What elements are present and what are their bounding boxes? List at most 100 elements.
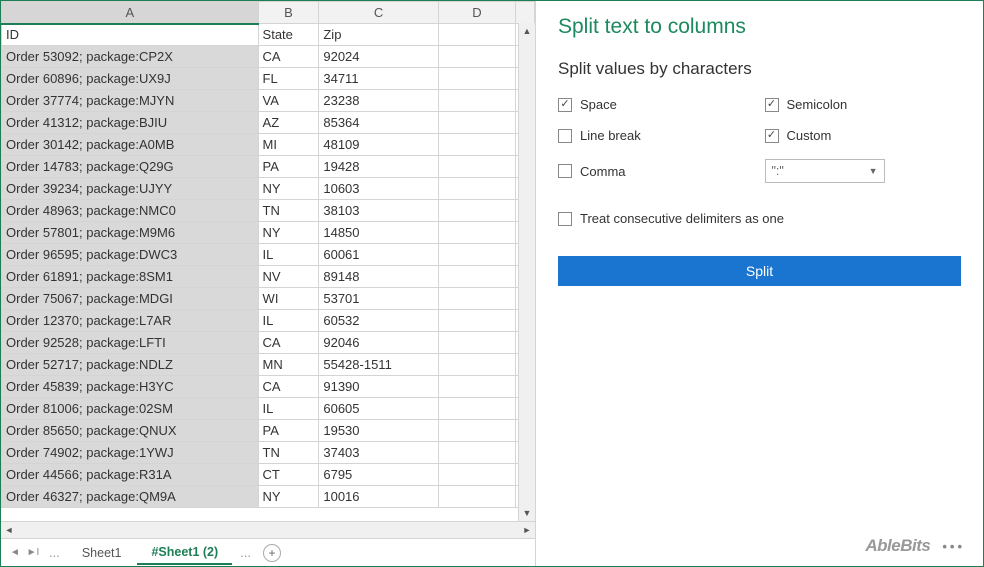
cell[interactable]: Order 60896; package:UX9J xyxy=(2,68,259,90)
checkbox-linebreak[interactable]: Line break xyxy=(558,128,755,143)
cell[interactable] xyxy=(438,288,515,310)
cell[interactable]: Order 12370; package:L7AR xyxy=(2,310,259,332)
cell[interactable] xyxy=(438,178,515,200)
cell[interactable] xyxy=(438,376,515,398)
cell[interactable]: 60061 xyxy=(319,244,438,266)
cell[interactable]: Order 75067; package:MDGI xyxy=(2,288,259,310)
cell[interactable]: Zip xyxy=(319,24,438,46)
cell[interactable] xyxy=(438,90,515,112)
scroll-down-arrow[interactable]: ▼ xyxy=(519,505,535,521)
cell[interactable] xyxy=(438,332,515,354)
cell[interactable]: CA xyxy=(258,376,319,398)
more-menu-icon[interactable]: ••• xyxy=(942,539,965,554)
cell[interactable]: Order 74902; package:1YWJ xyxy=(2,442,259,464)
cell[interactable]: Order 48963; package:NMC0 xyxy=(2,200,259,222)
cell[interactable] xyxy=(438,24,515,46)
vertical-scrollbar[interactable]: ▲ ▼ xyxy=(518,23,535,521)
table-row[interactable]: Order 14783; package:Q29GPA19428 xyxy=(2,156,535,178)
cell[interactable]: Order 30142; package:A0MB xyxy=(2,134,259,156)
table-row[interactable]: Order 60896; package:UX9JFL34711 xyxy=(2,68,535,90)
cell[interactable]: 60605 xyxy=(319,398,438,420)
cell[interactable]: FL xyxy=(258,68,319,90)
cell[interactable]: IL xyxy=(258,310,319,332)
cell[interactable]: Order 57801; package:M9M6 xyxy=(2,222,259,244)
scroll-up-arrow[interactable]: ▲ xyxy=(519,23,535,39)
cell[interactable]: State xyxy=(258,24,319,46)
custom-delimiter-dropdown[interactable]: ":" ▼ xyxy=(765,159,885,183)
split-button[interactable]: Split xyxy=(558,256,961,286)
tab-sheet1[interactable]: Sheet1 xyxy=(68,542,136,564)
cell[interactable] xyxy=(438,200,515,222)
table-row[interactable]: Order 53092; package:CP2XCA92024 xyxy=(2,46,535,68)
table-row[interactable]: Order 61891; package:8SM1NV89148 xyxy=(2,266,535,288)
cell[interactable]: Order 39234; package:UJYY xyxy=(2,178,259,200)
cell[interactable]: NV xyxy=(258,266,319,288)
tabs-overflow-left[interactable]: ... xyxy=(43,545,66,560)
col-header-b[interactable]: B xyxy=(258,2,319,24)
cell[interactable]: 48109 xyxy=(319,134,438,156)
cell[interactable]: ID xyxy=(2,24,259,46)
tab-sheet1-2[interactable]: #Sheet1 (2) xyxy=(137,541,232,565)
cell[interactable]: 53701 xyxy=(319,288,438,310)
cell[interactable]: 92024 xyxy=(319,46,438,68)
table-row[interactable]: Order 41312; package:BJIUAZ85364 xyxy=(2,112,535,134)
cell[interactable]: Order 96595; package:DWC3 xyxy=(2,244,259,266)
cell[interactable]: 14850 xyxy=(319,222,438,244)
cell[interactable]: Order 52717; package:NDLZ xyxy=(2,354,259,376)
data-grid[interactable]: A B C D IDStateZipOrder 53092; package:C… xyxy=(1,1,535,508)
cell[interactable]: Order 53092; package:CP2X xyxy=(2,46,259,68)
scroll-track[interactable] xyxy=(519,39,535,505)
table-row[interactable]: Order 92528; package:LFTICA92046 xyxy=(2,332,535,354)
cell[interactable]: 37403 xyxy=(319,442,438,464)
table-row[interactable]: Order 44566; package:R31ACT6795 xyxy=(2,464,535,486)
table-row[interactable]: Order 57801; package:M9M6NY14850 xyxy=(2,222,535,244)
horizontal-scrollbar[interactable]: ◄ ► xyxy=(1,521,535,538)
cell[interactable]: Order 41312; package:BJIU xyxy=(2,112,259,134)
cell[interactable]: 55428-1511 xyxy=(319,354,438,376)
cell[interactable]: NY xyxy=(258,222,319,244)
cell[interactable]: 92046 xyxy=(319,332,438,354)
col-header-d[interactable]: D xyxy=(438,2,515,24)
cell[interactable]: Order 46327; package:QM9A xyxy=(2,486,259,508)
cell[interactable]: 85364 xyxy=(319,112,438,134)
checkbox-custom[interactable]: Custom xyxy=(765,128,962,143)
table-row[interactable]: Order 48963; package:NMC0TN38103 xyxy=(2,200,535,222)
cell[interactable]: NY xyxy=(258,178,319,200)
cell[interactable]: CA xyxy=(258,46,319,68)
cell[interactable]: Order 44566; package:R31A xyxy=(2,464,259,486)
checkbox-semicolon[interactable]: Semicolon xyxy=(765,97,962,112)
cell[interactable]: PA xyxy=(258,156,319,178)
table-row[interactable]: Order 75067; package:MDGIWI53701 xyxy=(2,288,535,310)
add-sheet-button[interactable]: + xyxy=(263,544,281,562)
cell[interactable]: 34711 xyxy=(319,68,438,90)
cell[interactable]: IL xyxy=(258,398,319,420)
table-row[interactable]: Order 30142; package:A0MBMI48109 xyxy=(2,134,535,156)
table-row[interactable]: IDStateZip xyxy=(2,24,535,46)
cell[interactable]: IL xyxy=(258,244,319,266)
cell[interactable]: CT xyxy=(258,464,319,486)
scroll-right-arrow[interactable]: ► xyxy=(519,525,535,535)
table-row[interactable]: Order 85650; package:QNUXPA19530 xyxy=(2,420,535,442)
cell[interactable]: MI xyxy=(258,134,319,156)
cell[interactable] xyxy=(438,156,515,178)
tab-nav-first[interactable]: ◄ xyxy=(7,547,23,558)
table-row[interactable]: Order 12370; package:L7ARIL60532 xyxy=(2,310,535,332)
cell[interactable] xyxy=(438,222,515,244)
cell[interactable]: 6795 xyxy=(319,464,438,486)
cell[interactable] xyxy=(438,112,515,134)
cell[interactable]: 89148 xyxy=(319,266,438,288)
scroll-left-arrow[interactable]: ◄ xyxy=(1,525,17,535)
col-header-a[interactable]: A xyxy=(2,2,259,24)
cell[interactable]: 91390 xyxy=(319,376,438,398)
cell[interactable]: Order 14783; package:Q29G xyxy=(2,156,259,178)
cell[interactable]: 10603 xyxy=(319,178,438,200)
cell[interactable]: NY xyxy=(258,486,319,508)
table-row[interactable]: Order 45839; package:H3YCCA91390 xyxy=(2,376,535,398)
table-row[interactable]: Order 37774; package:MJYNVA23238 xyxy=(2,90,535,112)
cell[interactable]: VA xyxy=(258,90,319,112)
table-row[interactable]: Order 81006; package:02SMIL60605 xyxy=(2,398,535,420)
cell[interactable] xyxy=(438,420,515,442)
cell[interactable]: 19428 xyxy=(319,156,438,178)
cell[interactable] xyxy=(438,310,515,332)
checkbox-treat-consecutive[interactable]: Treat consecutive delimiters as one xyxy=(558,211,961,226)
